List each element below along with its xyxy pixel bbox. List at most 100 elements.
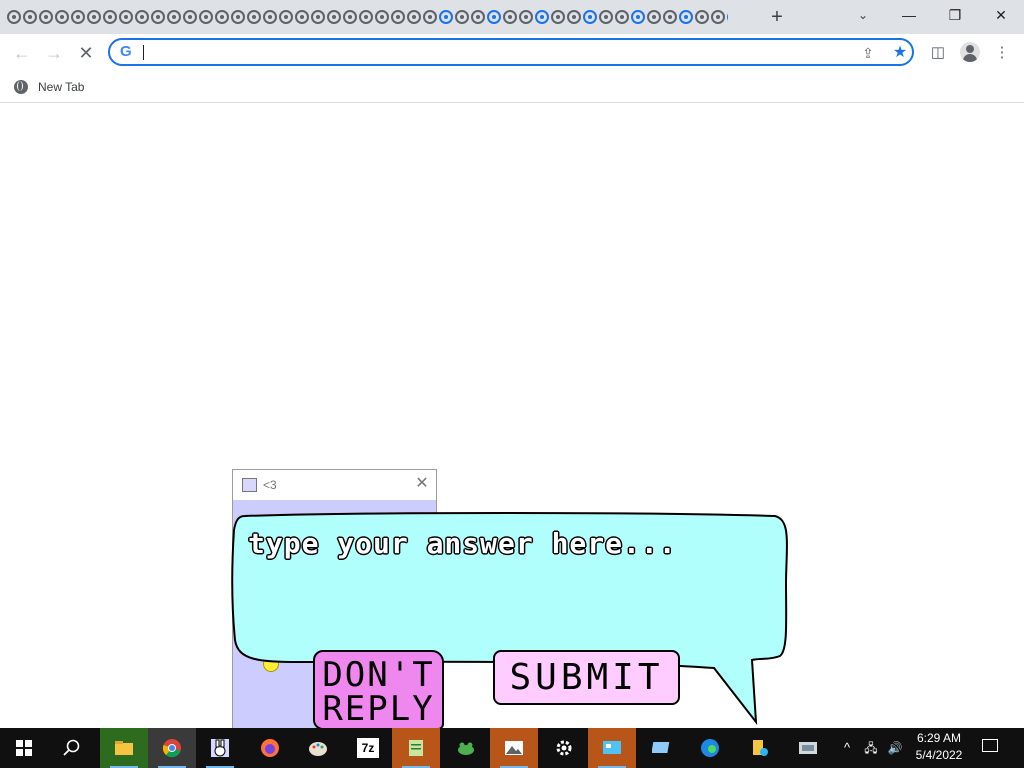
taskbar-file-explorer[interactable] <box>100 728 148 768</box>
notification-icon[interactable] <box>982 739 998 752</box>
submit-button[interactable]: SUBMIT <box>493 650 680 705</box>
tab-favicon-icon[interactable] <box>567 10 581 24</box>
side-panel-icon[interactable]: ◫ <box>924 39 952 67</box>
tab-favicon-icon[interactable] <box>231 10 245 24</box>
volume-icon[interactable]: 🔊 <box>884 728 906 768</box>
gear-icon <box>556 740 572 756</box>
tab-favicon-icon[interactable] <box>359 10 373 24</box>
forward-button[interactable]: → <box>40 39 68 67</box>
dont-reply-button[interactable]: DON'T REPLY <box>313 650 444 730</box>
new-tab-button[interactable]: + <box>764 5 790 29</box>
tab-favicon-icon[interactable] <box>471 10 485 24</box>
stop-loading-button[interactable]: ✕ <box>72 39 100 67</box>
tab-favicon-icon[interactable] <box>487 10 501 24</box>
bookmark-new-tab[interactable]: New Tab <box>14 76 84 98</box>
tab-favicon-icon[interactable] <box>311 10 325 24</box>
tab-search-button[interactable]: ⌄ <box>850 4 876 28</box>
answer-prompt: type your answer here... <box>248 527 677 560</box>
text-caret <box>143 45 144 60</box>
tab-favicon-icon[interactable] <box>519 10 533 24</box>
tab-favicon-icon[interactable] <box>407 10 421 24</box>
profile-avatar[interactable] <box>960 42 980 62</box>
tab-favicon-icon[interactable] <box>87 10 101 24</box>
tab-favicon-icon[interactable] <box>247 10 261 24</box>
taskbar-settings[interactable] <box>540 728 588 768</box>
taskbar-remote-desktop[interactable] <box>638 728 686 768</box>
tab-favicon-icon[interactable] <box>119 10 133 24</box>
tab-favicon-icon[interactable] <box>135 10 149 24</box>
tab-favicon-icon[interactable] <box>167 10 181 24</box>
tab-favicon-icon[interactable] <box>295 10 309 24</box>
tab-favicon-icon[interactable] <box>71 10 85 24</box>
tab-favicon-icon[interactable] <box>375 10 389 24</box>
popup-close-button[interactable]: ✕ <box>413 475 431 493</box>
taskbar-chrome[interactable] <box>148 728 196 768</box>
tab-favicon-icon[interactable] <box>39 10 53 24</box>
share-icon[interactable]: ⇪ <box>858 43 878 63</box>
tab-favicon-icon[interactable] <box>535 10 549 24</box>
taskbar-file-share[interactable] <box>736 728 784 768</box>
tab-favicon-icon[interactable] <box>343 10 357 24</box>
file-share-icon <box>753 740 768 756</box>
taskbar-frog-app[interactable] <box>442 728 490 768</box>
tab-favicon-icon[interactable] <box>103 10 117 24</box>
taskbar-clock[interactable]: 6:29 AM 5/4/2022 <box>908 730 970 764</box>
tab-favicon-icon[interactable] <box>7 10 21 24</box>
tab-favicon-icon[interactable] <box>727 10 728 24</box>
minimize-button[interactable]: — <box>886 0 932 30</box>
popup-titlebar[interactable]: <3 ✕ <box>233 470 436 500</box>
tab-favicon-icon[interactable] <box>599 10 613 24</box>
taskbar-control-panel[interactable] <box>588 728 636 768</box>
bunny-icon <box>242 478 257 492</box>
tab-favicon-icon[interactable] <box>439 10 453 24</box>
tab-favicon-icon[interactable] <box>183 10 197 24</box>
tab-favicon-icon[interactable] <box>279 10 293 24</box>
taskbar-paint[interactable] <box>294 728 342 768</box>
tab-favicon-icon[interactable] <box>647 10 661 24</box>
network-icon[interactable]: 🖧 <box>860 728 882 768</box>
taskbar-bunny-app[interactable] <box>196 728 244 768</box>
tab-favicon-icon[interactable] <box>23 10 37 24</box>
close-window-button[interactable]: ✕ <box>978 0 1024 30</box>
tab-favicon-icon[interactable] <box>263 10 277 24</box>
taskbar-edge[interactable] <box>686 728 734 768</box>
tab-favicon-icon[interactable] <box>151 10 165 24</box>
taskbar-firefox[interactable] <box>246 728 294 768</box>
popup-title: <3 <box>263 478 277 492</box>
tab-favicon-icon[interactable] <box>503 10 517 24</box>
tray-chevron-icon[interactable]: ^ <box>838 728 856 768</box>
tab-list[interactable] <box>6 8 728 26</box>
tab-favicon-icon[interactable] <box>695 10 709 24</box>
tab-favicon-icon[interactable] <box>455 10 469 24</box>
taskbar-photos[interactable] <box>490 728 538 768</box>
tab-favicon-icon[interactable] <box>55 10 69 24</box>
tab-favicon-icon[interactable] <box>551 10 565 24</box>
search-button[interactable] <box>48 728 96 768</box>
tab-favicon-icon[interactable] <box>391 10 405 24</box>
tab-favicon-icon[interactable] <box>583 10 597 24</box>
windows-taskbar: 7z ^ 🖧 🔊 6:29 AM 5/4/2022 <box>0 728 1024 768</box>
windows-logo-icon <box>16 740 32 756</box>
tab-favicon-icon[interactable] <box>711 10 725 24</box>
menu-icon[interactable]: ⋮ <box>988 39 1016 67</box>
tab-favicon-icon[interactable] <box>631 10 645 24</box>
answer-input[interactable] <box>240 580 784 642</box>
tab-favicon-icon[interactable] <box>679 10 693 24</box>
taskbar-notepad-plus-plus[interactable] <box>392 728 440 768</box>
tab-favicon-icon[interactable] <box>215 10 229 24</box>
start-button[interactable] <box>0 728 48 768</box>
bookmark-star-icon[interactable]: ★ <box>890 43 910 63</box>
tab-favicon-icon[interactable] <box>199 10 213 24</box>
dont-reply-label-line2: REPLY <box>322 689 435 729</box>
tab-favicon-icon[interactable] <box>663 10 677 24</box>
address-input[interactable] <box>146 43 840 63</box>
tab-favicon-icon[interactable] <box>327 10 341 24</box>
taskbar-media-app[interactable] <box>784 728 832 768</box>
back-button[interactable]: ← <box>8 39 36 67</box>
restore-button[interactable]: ❐ <box>932 0 978 30</box>
tab-favicon-icon[interactable] <box>423 10 437 24</box>
browser-toolbar: ← → ✕ G ⇪ ★ ◫ ⋮ <box>0 34 1024 72</box>
taskbar-7zip[interactable]: 7z <box>344 728 392 768</box>
address-bar[interactable]: G ⇪ ★ <box>108 38 914 66</box>
tab-favicon-icon[interactable] <box>615 10 629 24</box>
